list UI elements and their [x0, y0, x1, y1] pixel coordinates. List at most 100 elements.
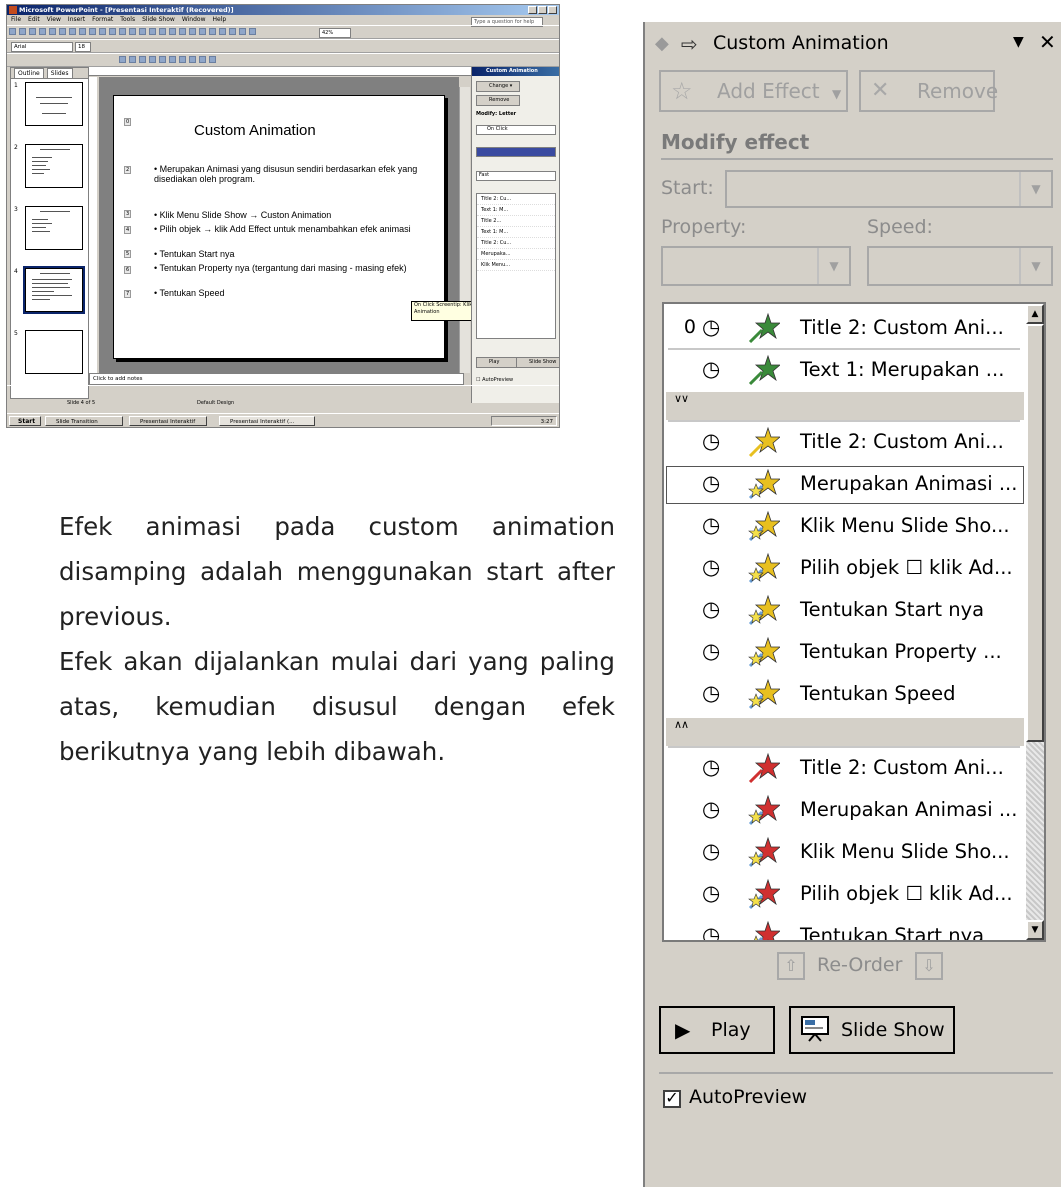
mini-list-item[interactable]: Title 2: Cu...: [477, 194, 555, 205]
slide-show-button[interactable]: Slide Show: [789, 1006, 955, 1054]
slide-bullet[interactable]: • Tentukan Start nya: [154, 249, 424, 259]
mini-list-item[interactable]: Merupaka...: [477, 249, 555, 260]
effect-list-item[interactable]: ◷ Title 2: Custom Ani...: [664, 748, 1026, 790]
mini-effect-list[interactable]: Title 2: Cu... Text 1: M... Title 2... T…: [476, 193, 556, 339]
property-select[interactable]: ▼: [661, 246, 851, 286]
slide-bullet[interactable]: • Klik Menu Slide Show → Custon Animatio…: [154, 210, 424, 220]
mini-list-item[interactable]: Title 2...: [477, 216, 555, 227]
add-effect-button[interactable]: ☆ Add Effect ▼: [659, 70, 848, 112]
mini-play-button[interactable]: Play: [476, 357, 520, 368]
slide-thumbnail-selected[interactable]: [23, 266, 85, 314]
mini-list-item[interactable]: Text 1: M...: [477, 205, 555, 216]
menu-insert[interactable]: Insert: [68, 15, 85, 25]
scrollbar-track[interactable]: [1026, 742, 1044, 920]
font-size: 18: [78, 44, 85, 50]
slide-thumbnail[interactable]: [25, 206, 83, 250]
autopreview-checkbox[interactable]: ✓: [663, 1090, 681, 1108]
emphasis-star-icon: [748, 636, 780, 668]
effect-label: Tentukan Start nya: [800, 924, 985, 942]
effect-list-item[interactable]: ◷ Klik Menu Slide Sho...: [664, 832, 1026, 874]
mini-list-item[interactable]: Title 2: Cu...: [477, 238, 555, 249]
slide-bullet[interactable]: • Tentukan Property nya (tergantung dari…: [154, 263, 424, 273]
zoom-box[interactable]: 42%: [319, 28, 351, 38]
minimize-button[interactable]: [528, 6, 537, 14]
slide-bullet[interactable]: • Tentukan Speed: [154, 288, 424, 298]
menu-view[interactable]: View: [47, 15, 61, 25]
slide-thumbnail[interactable]: [25, 144, 83, 188]
forward-arrow-icon[interactable]: ⇨: [681, 32, 698, 56]
taskbar-item-active[interactable]: Presentasi Interaktif (...: [219, 416, 315, 426]
effect-list-item[interactable]: ◷ Merupakan Animasi ...: [664, 464, 1026, 506]
effect-label: Text 1: Merupakan ...: [800, 358, 1005, 381]
close-icon[interactable]: ✕: [1039, 30, 1056, 54]
font-size-box[interactable]: 18: [75, 42, 91, 52]
slide-title[interactable]: Custom Animation: [194, 122, 316, 139]
slide-bullet[interactable]: • Pilih objek → klik Add Effect untuk me…: [154, 224, 424, 234]
menu-edit[interactable]: Edit: [28, 15, 40, 25]
mini-list-item[interactable]: Klik Menu...: [477, 260, 555, 271]
mini-start-combo[interactable]: On Click: [476, 125, 556, 135]
mini-remove-button[interactable]: Remove: [476, 95, 520, 106]
mini-change-button[interactable]: Change ▾: [476, 81, 520, 92]
effect-list-item[interactable]: 0 ◷ Title 2: Custom Ani...: [664, 308, 1026, 350]
mini-autopreview[interactable]: ☐ AutoPreview: [476, 377, 513, 383]
move-down-arrow-icon[interactable]: ⇩: [915, 952, 943, 980]
clock-icon: ◷: [702, 597, 721, 621]
font-name-box[interactable]: Arial: [11, 42, 73, 52]
clock-icon: ◷: [702, 555, 721, 579]
taskbar-item[interactable]: Presentasi Interaktif: [129, 416, 207, 426]
effect-label: Merupakan Animasi ...: [800, 472, 1018, 495]
pane-menu-dropdown-icon[interactable]: ▼: [1013, 34, 1024, 50]
scroll-up-icon[interactable]: ▲: [1026, 304, 1044, 324]
scroll-down-icon[interactable]: ▼: [1026, 920, 1044, 940]
maximize-button[interactable]: [538, 6, 547, 14]
effect-list-item[interactable]: ◷ Tentukan Property ...: [664, 632, 1026, 674]
effect-list-item[interactable]: ◷ Tentukan Start nya: [664, 916, 1026, 942]
play-button[interactable]: ▶ Play: [659, 1006, 775, 1054]
tab-slides[interactable]: Slides: [46, 68, 73, 78]
effect-list-item[interactable]: ◷ Klik Menu Slide Sho...: [664, 506, 1026, 548]
speed-label: Speed:: [867, 216, 933, 238]
slide-thumbnail[interactable]: [25, 82, 83, 126]
effect-list-item[interactable]: ◷ Tentukan Speed: [664, 674, 1026, 716]
menu-slide-show[interactable]: Slide Show: [142, 15, 175, 25]
effect-list[interactable]: ▲ ▼ ∨∨ ∧∧ 0 ◷ Title 2: Custom Ani... ◷ Text 1:…: [662, 302, 1046, 942]
speed-select[interactable]: ▼: [867, 246, 1053, 286]
slide-scrollbar[interactable]: [459, 87, 470, 373]
mini-list-item[interactable]: Text 1: M...: [477, 227, 555, 238]
slide[interactable]: Custom Animation • Merupakan Animasi yan…: [113, 95, 445, 359]
menu-format[interactable]: Format: [92, 15, 113, 25]
clock-icon: ◷: [702, 513, 721, 537]
slide-bullet[interactable]: • Merupakan Animasi yang disusun sendiri…: [154, 164, 424, 184]
effect-list-item[interactable]: ◷ Pilih objek ☐ klik Ad...: [664, 874, 1026, 916]
effect-list-item[interactable]: ◷ Pilih objek ☐ klik Ad...: [664, 548, 1026, 590]
menu-tools[interactable]: Tools: [120, 15, 135, 25]
slide-thumbnail[interactable]: [25, 330, 83, 374]
effect-list-item[interactable]: ◷ Merupakan Animasi ...: [664, 790, 1026, 832]
window-controls[interactable]: [528, 6, 557, 14]
start-select[interactable]: ▼: [725, 170, 1053, 208]
effect-list-item[interactable]: ◷ Text 1: Merupakan ...: [664, 350, 1026, 392]
start-button[interactable]: Start: [9, 416, 41, 426]
notes-pane[interactable]: Click to add notes: [89, 373, 464, 385]
collapse-group-toggle[interactable]: ∧∧: [666, 718, 1024, 746]
emphasis-star-icon: [748, 468, 780, 500]
mini-color-combo[interactable]: [476, 147, 556, 157]
effect-label: Tentukan Property ...: [800, 640, 1002, 663]
scrollbar-thumb[interactable]: [1026, 324, 1044, 742]
effect-list-scrollbar[interactable]: ▲ ▼: [1026, 304, 1044, 940]
taskbar-item[interactable]: Slide Transition (Preview: [45, 416, 123, 426]
remove-button[interactable]: ✕ Remove: [859, 70, 998, 112]
mini-slideshow-button[interactable]: Slide Show: [516, 357, 559, 368]
menu-help[interactable]: Help: [213, 15, 227, 25]
move-up-arrow-icon[interactable]: ⇧: [777, 952, 805, 980]
back-arrow-icon[interactable]: ◆: [655, 33, 669, 54]
menu-file[interactable]: File: [11, 15, 21, 25]
menu-window[interactable]: Window: [182, 15, 206, 25]
expand-group-toggle[interactable]: ∨∨: [666, 392, 1024, 420]
mini-speed-combo[interactable]: Fast: [476, 171, 556, 181]
effect-list-item[interactable]: ◷ Title 2: Custom Ani...: [664, 422, 1026, 464]
close-button[interactable]: [548, 6, 557, 14]
effect-list-item[interactable]: ◷ Tentukan Start nya: [664, 590, 1026, 632]
tab-outline[interactable]: Outline: [14, 68, 44, 78]
